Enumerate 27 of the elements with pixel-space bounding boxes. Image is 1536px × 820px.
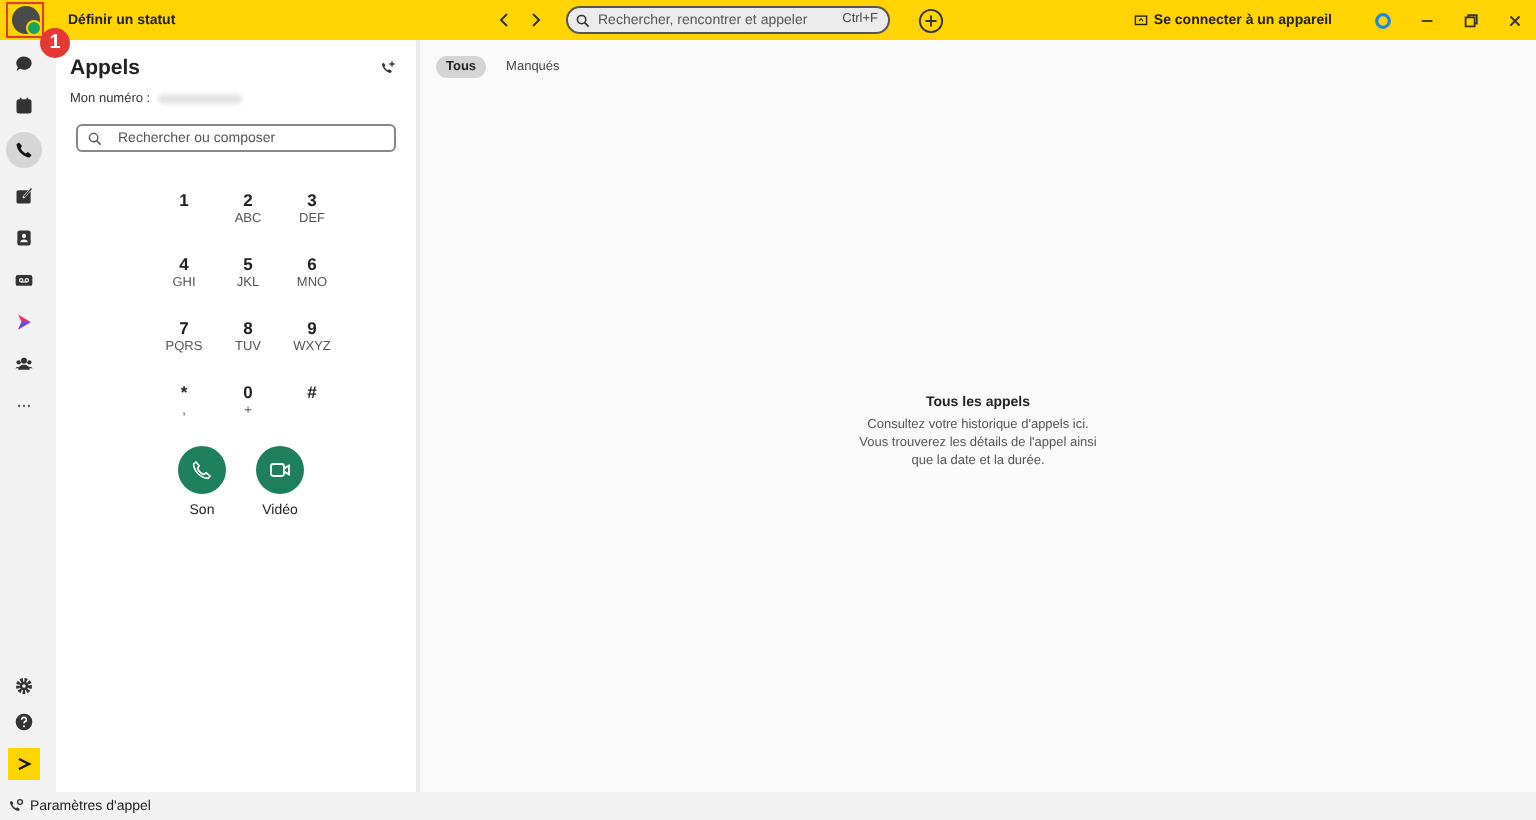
phone-gear-icon	[8, 798, 24, 814]
highlight-frame	[6, 2, 44, 38]
dial-key[interactable]: #	[280, 376, 344, 440]
chevron-icon	[13, 754, 33, 774]
redacted-number	[158, 94, 243, 104]
add-icon[interactable]	[918, 7, 944, 33]
video-call-button[interactable]	[256, 446, 304, 494]
step-badge: 1	[40, 28, 70, 58]
phone-add-icon[interactable]	[380, 60, 396, 76]
close-icon[interactable]	[1506, 11, 1524, 29]
phone-icon	[190, 458, 214, 482]
search-icon	[88, 131, 102, 145]
launcher-button[interactable]	[7, 748, 39, 780]
nav-phone-icon[interactable]	[5, 132, 41, 168]
back-icon[interactable]	[494, 10, 514, 30]
help-icon[interactable]	[13, 712, 33, 732]
panel-title: Appels	[70, 56, 141, 80]
audio-call-button[interactable]	[178, 446, 226, 494]
screen-icon	[1133, 13, 1148, 27]
avatar-icon[interactable]	[12, 6, 40, 34]
dial-key[interactable]: 1	[152, 184, 216, 248]
restore-icon[interactable]	[1462, 11, 1480, 29]
search-icon	[576, 14, 590, 28]
settings-icon[interactable]	[13, 676, 33, 696]
sync-icon[interactable]	[1374, 11, 1392, 29]
camera-icon	[268, 458, 292, 482]
forward-icon[interactable]	[526, 10, 546, 30]
